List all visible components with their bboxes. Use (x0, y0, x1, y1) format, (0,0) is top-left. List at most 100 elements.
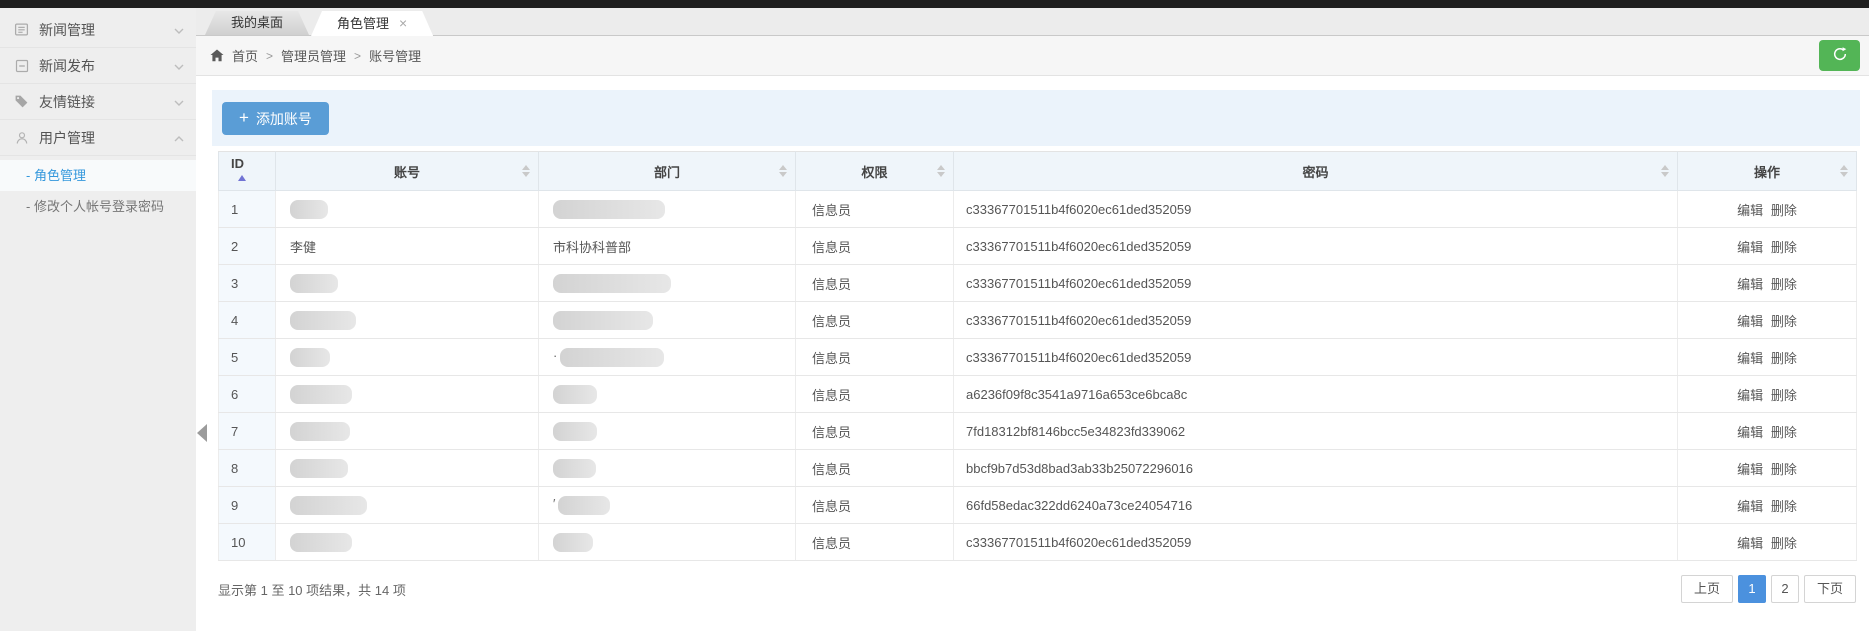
delete-link[interactable]: 删除 (1771, 425, 1797, 440)
breadcrumb-separator: > (266, 49, 273, 63)
delete-link[interactable]: 删除 (1771, 240, 1797, 255)
edit-link[interactable]: 编辑 (1737, 388, 1763, 403)
main-area: 我的桌面 角色管理 × 首页 > 管理员管理 > 账号管理 + 添加账号 (196, 8, 1869, 631)
edit-link[interactable]: 编辑 (1737, 425, 1763, 440)
edit-link[interactable]: 编辑 (1737, 499, 1763, 514)
tab-label: 角色管理 (337, 16, 389, 31)
permission-cell: 信息员 (796, 487, 954, 524)
table-footer: 显示第 1 至 10 项结果，共 14 项 上页 1 2 下页 (218, 575, 1856, 603)
department-cell (539, 524, 796, 561)
column-header-account[interactable]: 账号 (276, 152, 539, 191)
redacted-prefix: · (553, 348, 557, 363)
edit-link[interactable]: 编辑 (1737, 462, 1763, 477)
results-summary: 显示第 1 至 10 项结果，共 14 项 (218, 580, 406, 599)
sidebar-collapse-icon[interactable] (197, 424, 207, 442)
password-cell: 66fd58edac322dd6240a73ce24054716 (954, 487, 1678, 524)
breadcrumb: 首页 > 管理员管理 > 账号管理 (196, 36, 1869, 76)
permission-value: 信息员 (812, 425, 851, 440)
tab-my-desktop[interactable]: 我的桌面 (205, 11, 309, 35)
id-cell: 5 (219, 339, 276, 376)
row-id: 3 (231, 276, 238, 291)
user-icon (13, 130, 30, 145)
column-label: 权限 (861, 165, 887, 180)
close-icon[interactable]: × (399, 15, 407, 31)
delete-link[interactable]: 删除 (1771, 277, 1797, 292)
pagination: 上页 1 2 下页 (1681, 575, 1856, 603)
redacted-text (290, 422, 350, 441)
id-cell: 10 (219, 524, 276, 561)
edit-link[interactable]: 编辑 (1737, 351, 1763, 366)
delete-link[interactable]: 删除 (1771, 314, 1797, 329)
delete-link[interactable]: 删除 (1771, 536, 1797, 551)
delete-link[interactable]: 删除 (1771, 203, 1797, 218)
plus-icon: + (239, 109, 249, 126)
sort-asc-icon (238, 175, 246, 181)
delete-link[interactable]: 删除 (1771, 462, 1797, 477)
account-cell (276, 524, 539, 561)
breadcrumb-home[interactable]: 首页 (232, 46, 258, 65)
column-header-department[interactable]: 部门 (539, 152, 796, 191)
redacted-prefix: ′ (553, 496, 555, 511)
breadcrumb-account-management: 账号管理 (369, 46, 421, 65)
redacted-text (290, 200, 328, 219)
actions-cell: 编辑 删除 (1678, 524, 1857, 561)
sidebar-item-news-publish[interactable]: 新闻发布 (0, 48, 196, 84)
sort-icon (937, 165, 945, 177)
sidebar-item-label: 友情链接 (39, 92, 168, 112)
password-hash: 66fd58edac322dd6240a73ce24054716 (966, 498, 1192, 513)
page-button-1[interactable]: 1 (1738, 575, 1766, 603)
column-header-permission[interactable]: 权限 (796, 152, 954, 191)
edit-link[interactable]: 编辑 (1737, 203, 1763, 218)
edit-link[interactable]: 编辑 (1737, 314, 1763, 329)
redacted-text (553, 200, 665, 219)
password-hash: bbcf9b7d53d8bad3ab33b25072296016 (966, 461, 1193, 476)
permission-value: 信息员 (812, 536, 851, 551)
sidebar-item-user-management[interactable]: 用户管理 (0, 120, 196, 156)
password-hash: c33367701511b4f6020ec61ded352059 (966, 202, 1191, 217)
column-label: 部门 (654, 165, 680, 180)
sidebar-item-friend-links[interactable]: 友情链接 (0, 84, 196, 120)
delete-link[interactable]: 删除 (1771, 499, 1797, 514)
table-header-row: ID账号 部门 权限 密码操作 (219, 152, 1857, 191)
next-page-button[interactable]: 下页 (1804, 575, 1856, 603)
actions-cell: 编辑 删除 (1678, 228, 1857, 265)
breadcrumb-separator: > (354, 49, 361, 63)
edit-link[interactable]: 编辑 (1737, 536, 1763, 551)
column-header-actions[interactable]: 操作 (1678, 152, 1857, 191)
tab-label: 我的桌面 (231, 15, 283, 30)
chevron-down-icon (174, 22, 184, 38)
tab-role-management[interactable]: 角色管理 × (311, 11, 433, 36)
password-hash: c33367701511b4f6020ec61ded352059 (966, 276, 1191, 291)
redacted-text (553, 533, 593, 552)
breadcrumb-admin-management[interactable]: 管理员管理 (281, 46, 346, 65)
department-cell (539, 302, 796, 339)
sidebar-item-news-management[interactable]: 新闻管理 (0, 12, 196, 48)
sidebar-item-role-management[interactable]: - 角色管理 (0, 160, 196, 191)
redacted-text (553, 274, 671, 293)
account-cell (276, 450, 539, 487)
delete-link[interactable]: 删除 (1771, 351, 1797, 366)
password-cell: c33367701511b4f6020ec61ded352059 (954, 339, 1678, 376)
actions-cell: 编辑 删除 (1678, 191, 1857, 228)
permission-cell: 信息员 (796, 191, 954, 228)
page-button-2[interactable]: 2 (1771, 575, 1799, 603)
table-row: 6信息员a6236f09f8c3541a9716a653ce6bca8c编辑 删… (219, 376, 1857, 413)
password-hash: c33367701511b4f6020ec61ded352059 (966, 535, 1191, 550)
column-header-id[interactable]: ID (219, 152, 276, 191)
permission-cell: 信息员 (796, 450, 954, 487)
account-cell (276, 302, 539, 339)
password-cell: c33367701511b4f6020ec61ded352059 (954, 524, 1678, 561)
edit-link[interactable]: 编辑 (1737, 277, 1763, 292)
refresh-button[interactable] (1819, 40, 1860, 71)
table-row: 10 信息员 c33367701511b4f6020ec61ded352059 编辑 … (219, 524, 1857, 561)
prev-page-button[interactable]: 上页 (1681, 575, 1733, 603)
permission-value: 信息员 (812, 462, 851, 477)
sidebar-item-change-password[interactable]: - 修改个人帐号登录密码 (0, 191, 196, 222)
id-cell: 7 (219, 413, 276, 450)
edit-link[interactable]: 编辑 (1737, 240, 1763, 255)
delete-link[interactable]: 删除 (1771, 388, 1797, 403)
id-cell: 2 (219, 228, 276, 265)
add-account-button[interactable]: + 添加账号 (222, 102, 329, 135)
column-header-password[interactable]: 密码 (954, 152, 1678, 191)
password-hash: 7fd18312bf8146bcc5e34823fd339062 (966, 424, 1185, 439)
